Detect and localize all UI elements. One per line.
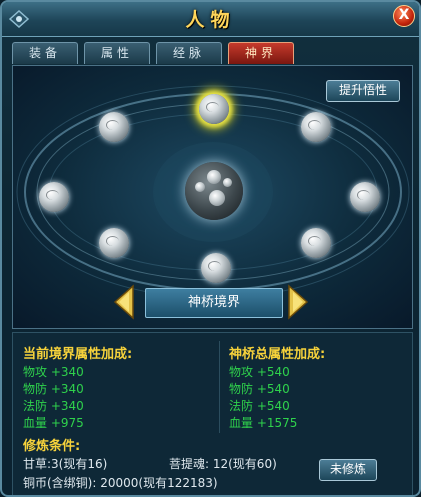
central-realm-sphere (185, 162, 243, 220)
tab-attributes[interactable]: 属性 (84, 42, 150, 64)
total-stat-magic-defense: 法防 +540 (229, 399, 290, 413)
realm-orb-2[interactable] (99, 112, 129, 142)
character-window: 人物 X 装备 属性 经脉 神界 提升悟性 神桥境界 当前境界属性加成: 物攻 … (0, 0, 421, 497)
bonus-panel: 当前境界属性加成: 物攻 +340 物防 +340 法防 +340 血量 +97… (12, 332, 413, 495)
tab-equipment[interactable]: 装备 (12, 42, 78, 64)
title-bar[interactable]: 人物 X (2, 2, 419, 37)
current-stat-hp: 血量 +975 (23, 416, 84, 430)
upgrade-insight-button[interactable]: 提升悟性 (326, 80, 400, 102)
close-icon: X (398, 7, 410, 23)
condition-gancao: 甘草:3(现有16) (23, 457, 108, 471)
realm-name-label: 神桥境界 (145, 288, 283, 318)
next-realm-arrow-icon[interactable] (287, 284, 309, 320)
current-stat-attack: 物攻 +340 (23, 365, 84, 379)
realm-orb-1-selected[interactable] (199, 94, 229, 124)
total-stat-attack: 物攻 +540 (229, 365, 290, 379)
realm-orb-4[interactable] (39, 182, 69, 212)
total-stat-hp: 血量 +1575 (229, 416, 298, 430)
cultivate-button[interactable]: 未修炼 (319, 459, 377, 481)
column-divider (219, 341, 220, 433)
realm-orb-5[interactable] (350, 182, 380, 212)
prev-realm-arrow-icon[interactable] (113, 284, 135, 320)
realm-scene: 提升悟性 神桥境界 (12, 65, 413, 329)
realm-orb-8[interactable] (201, 253, 231, 283)
realm-orb-3[interactable] (301, 112, 331, 142)
tab-meridians[interactable]: 经脉 (156, 42, 222, 64)
realm-orb-6[interactable] (99, 228, 129, 258)
condition-coins: 铜币(含绑铜): 20000(现有122183) (23, 476, 218, 490)
current-bonus-header: 当前境界属性加成: (23, 347, 133, 362)
current-stat-magic-defense: 法防 +340 (23, 399, 84, 413)
realm-orb-7[interactable] (301, 228, 331, 258)
conditions-header: 修炼条件: (23, 439, 81, 454)
total-bonus-header: 神桥总属性加成: (229, 347, 326, 362)
current-stat-defense: 物防 +340 (23, 382, 84, 396)
tab-divine-realm[interactable]: 神界 (228, 42, 294, 64)
condition-putihun: 菩提魂: 12(现有60) (169, 457, 277, 471)
close-button[interactable]: X (393, 5, 415, 27)
window-title: 人物 (185, 9, 236, 31)
total-stat-defense: 物防 +540 (229, 382, 290, 396)
